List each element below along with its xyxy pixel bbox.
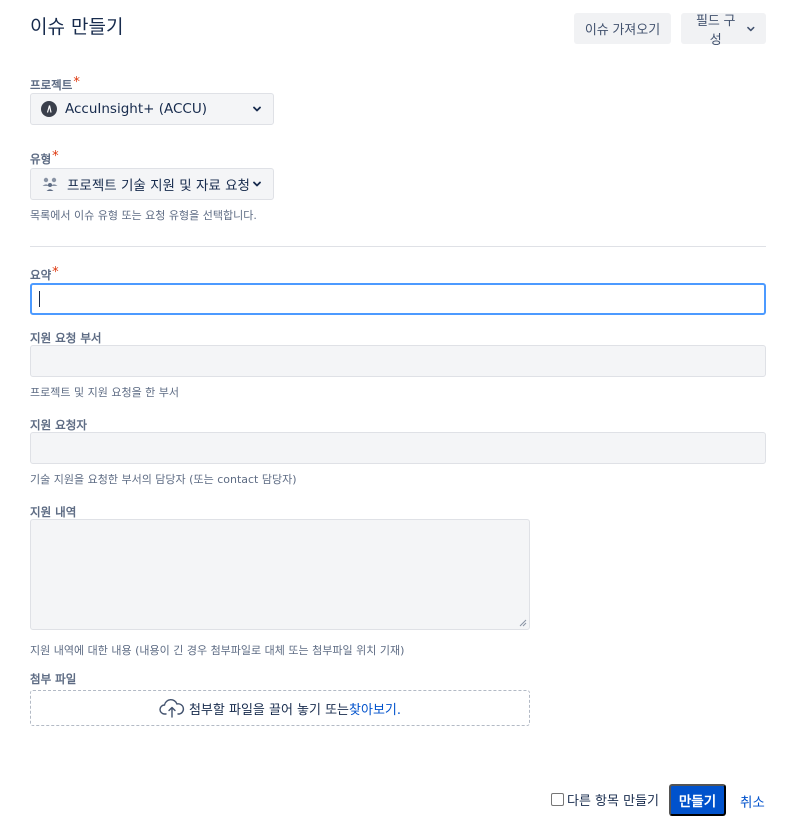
configure-fields-label: 필드 구성 xyxy=(695,12,736,47)
attachment-label: 첨부 파일 xyxy=(30,672,77,686)
create-another-checkbox[interactable] xyxy=(551,793,564,806)
required-marker: * xyxy=(52,149,59,164)
browse-link[interactable]: 찾아보기. xyxy=(349,699,401,718)
issue-type-help: 목록에서 이슈 유형 또는 요청 유형을 선택합니다. xyxy=(30,209,257,222)
department-label: 지원 요청 부서 xyxy=(30,331,102,345)
project-avatar-icon xyxy=(41,101,57,117)
people-group-icon xyxy=(42,177,58,191)
details-label: 지원 내역 xyxy=(30,505,77,519)
issue-type-select[interactable]: 프로젝트 기술 지원 및 자료 요청 xyxy=(30,168,274,200)
department-help: 프로젝트 및 지원 요청을 한 부서 xyxy=(30,386,180,399)
resize-handle-icon[interactable] xyxy=(519,619,527,627)
issue-type-select-value: 프로젝트 기술 지원 및 자료 요청 xyxy=(67,178,250,194)
requester-label: 지원 요청자 xyxy=(30,418,87,432)
divider xyxy=(30,246,766,247)
summary-input[interactable] xyxy=(30,283,766,315)
create-button[interactable]: 만들기 xyxy=(669,784,726,816)
department-input[interactable] xyxy=(30,345,766,377)
cloud-upload-icon xyxy=(159,699,185,718)
issue-type-label: 유형* xyxy=(30,149,59,166)
chevron-down-icon xyxy=(747,26,755,31)
requester-help: 기술 지원을 요청한 부서의 담당자 (또는 contact 담당자) xyxy=(30,473,297,486)
chevron-down-icon xyxy=(253,106,261,112)
chevron-down-icon xyxy=(253,181,261,187)
project-select-value: AccuInsight+ (ACCU) xyxy=(65,101,208,117)
configure-fields-button[interactable]: 필드 구성 xyxy=(681,13,766,47)
cancel-button[interactable]: 취소 xyxy=(740,791,765,811)
page-title: 이슈 만들기 xyxy=(30,16,124,38)
create-another-control[interactable]: 다른 항목 만들기 xyxy=(551,790,659,809)
text-caret xyxy=(39,291,40,307)
project-select[interactable]: AccuInsight+ (ACCU) xyxy=(30,93,274,125)
required-marker: * xyxy=(73,75,80,90)
details-textarea[interactable] xyxy=(30,519,530,630)
create-another-label: 다른 항목 만들기 xyxy=(567,794,659,809)
project-label: 프로젝트* xyxy=(30,75,80,92)
dropzone-text: 첨부할 파일을 끌어 놓기 또는 xyxy=(188,702,350,718)
details-help: 지원 내역에 대한 내용 (내용이 긴 경우 첨부파일로 대체 또는 첨부파일 … xyxy=(30,644,405,657)
required-marker: * xyxy=(52,265,59,280)
summary-label: 요약* xyxy=(30,265,59,282)
attachment-dropzone[interactable]: 첨부할 파일을 끌어 놓기 또는 찾아보기. xyxy=(30,690,530,726)
requester-input[interactable] xyxy=(30,432,766,464)
import-issues-button[interactable]: 이슈 가져오기 xyxy=(574,13,671,44)
